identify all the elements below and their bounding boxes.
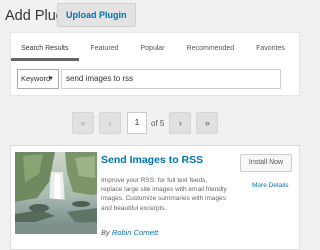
search-type-value: Keyword xyxy=(21,74,51,83)
chevron-down-icon: ▼ xyxy=(48,76,54,82)
tab-popular[interactable]: Popular xyxy=(130,39,176,61)
last-page-button[interactable]: » xyxy=(196,112,219,134)
filter-bar: Search Results Featured Popular Recommen… xyxy=(10,32,300,96)
install-now-button[interactable]: Install Now xyxy=(240,154,292,172)
author-by-label: By xyxy=(101,228,110,237)
prev-page-button[interactable]: ‹ xyxy=(99,112,121,134)
first-page-button[interactable]: « xyxy=(72,112,94,134)
author-link[interactable]: Robin Cornett xyxy=(112,228,158,237)
plugin-card: Send Images to RSS Improve your RSS: for… xyxy=(10,145,300,250)
search-row: Keyword ▼ send images to rss xyxy=(17,69,281,91)
tab-search-results[interactable]: Search Results xyxy=(11,39,80,61)
search-input[interactable]: send images to rss xyxy=(61,69,281,89)
tab-favorites[interactable]: Favorites xyxy=(245,39,296,61)
tab-recommended[interactable]: Recommended xyxy=(176,39,245,61)
more-details-link[interactable]: More Details xyxy=(252,182,288,189)
plugin-title-link[interactable]: Send Images to RSS xyxy=(101,153,203,167)
page-count-label: of 5 xyxy=(151,118,165,128)
current-page-input[interactable]: 1 xyxy=(127,112,147,134)
next-page-button[interactable]: › xyxy=(169,112,192,134)
search-type-select[interactable]: Keyword ▼ xyxy=(17,69,59,89)
plugin-thumbnail[interactable] xyxy=(15,152,97,234)
plugin-description: Improve your RSS: for full text feeds, r… xyxy=(101,177,227,212)
filter-tabs: Search Results Featured Popular Recommen… xyxy=(11,39,299,61)
waterfall-photo-icon xyxy=(15,152,97,234)
pagination: « ‹ 1 of 5 › » xyxy=(72,112,223,134)
plugin-author: By Robin Cornett xyxy=(101,228,158,237)
tab-featured[interactable]: Featured xyxy=(79,39,129,61)
upload-plugin-button[interactable]: Upload Plugin xyxy=(57,3,136,27)
